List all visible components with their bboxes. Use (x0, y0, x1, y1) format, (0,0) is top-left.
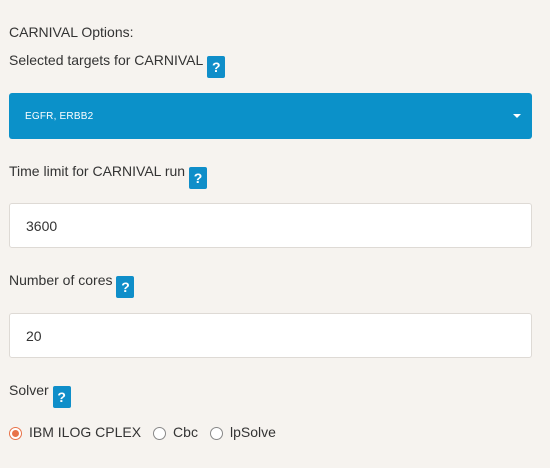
targets-label-row: Selected targets for CARNIVAL ? (9, 52, 226, 78)
solver-option-label: IBM ILOG CPLEX (29, 424, 142, 440)
help-icon[interactable]: ? (116, 276, 135, 298)
solver-option-label: lpSolve (229, 424, 276, 440)
help-icon[interactable]: ? (207, 56, 226, 78)
time-limit-label: Time limit for CARNIVAL run (9, 163, 186, 179)
cores-input[interactable] (9, 313, 532, 358)
targets-select-value: EGFR, ERBB2 (25, 110, 94, 122)
radio-unselected-icon[interactable] (153, 426, 167, 440)
solver-option-cplex[interactable]: IBM ILOG CPLEX (9, 424, 141, 440)
solver-option-cbc[interactable]: Cbc (153, 424, 198, 440)
carnival-options-panel: CARNIVAL Options: Selected targets for C… (0, 0, 550, 468)
targets-select[interactable]: EGFR, ERBB2 (9, 93, 532, 139)
solver-radio-group: IBM ILOG CPLEX Cbc lpSolve (9, 424, 288, 440)
cores-label: Number of cores (9, 272, 113, 288)
solver-label: Solver (9, 382, 49, 398)
help-icon[interactable]: ? (189, 167, 208, 189)
radio-unselected-icon[interactable] (209, 426, 223, 440)
help-icon[interactable]: ? (52, 386, 71, 408)
time-limit-label-row: Time limit for CARNIVAL run ? (9, 163, 208, 189)
time-limit-input[interactable] (9, 203, 532, 248)
radio-selected-icon[interactable] (9, 426, 22, 440)
caret-down-icon (513, 114, 521, 118)
cores-label-row: Number of cores ? (9, 272, 135, 298)
section-title: CARNIVAL Options: (9, 24, 134, 40)
targets-label: Selected targets for CARNIVAL (9, 52, 204, 68)
solver-label-row: Solver ? (9, 382, 71, 408)
solver-option-label: Cbc (173, 424, 198, 440)
solver-option-lpsolve[interactable]: lpSolve (209, 424, 276, 440)
